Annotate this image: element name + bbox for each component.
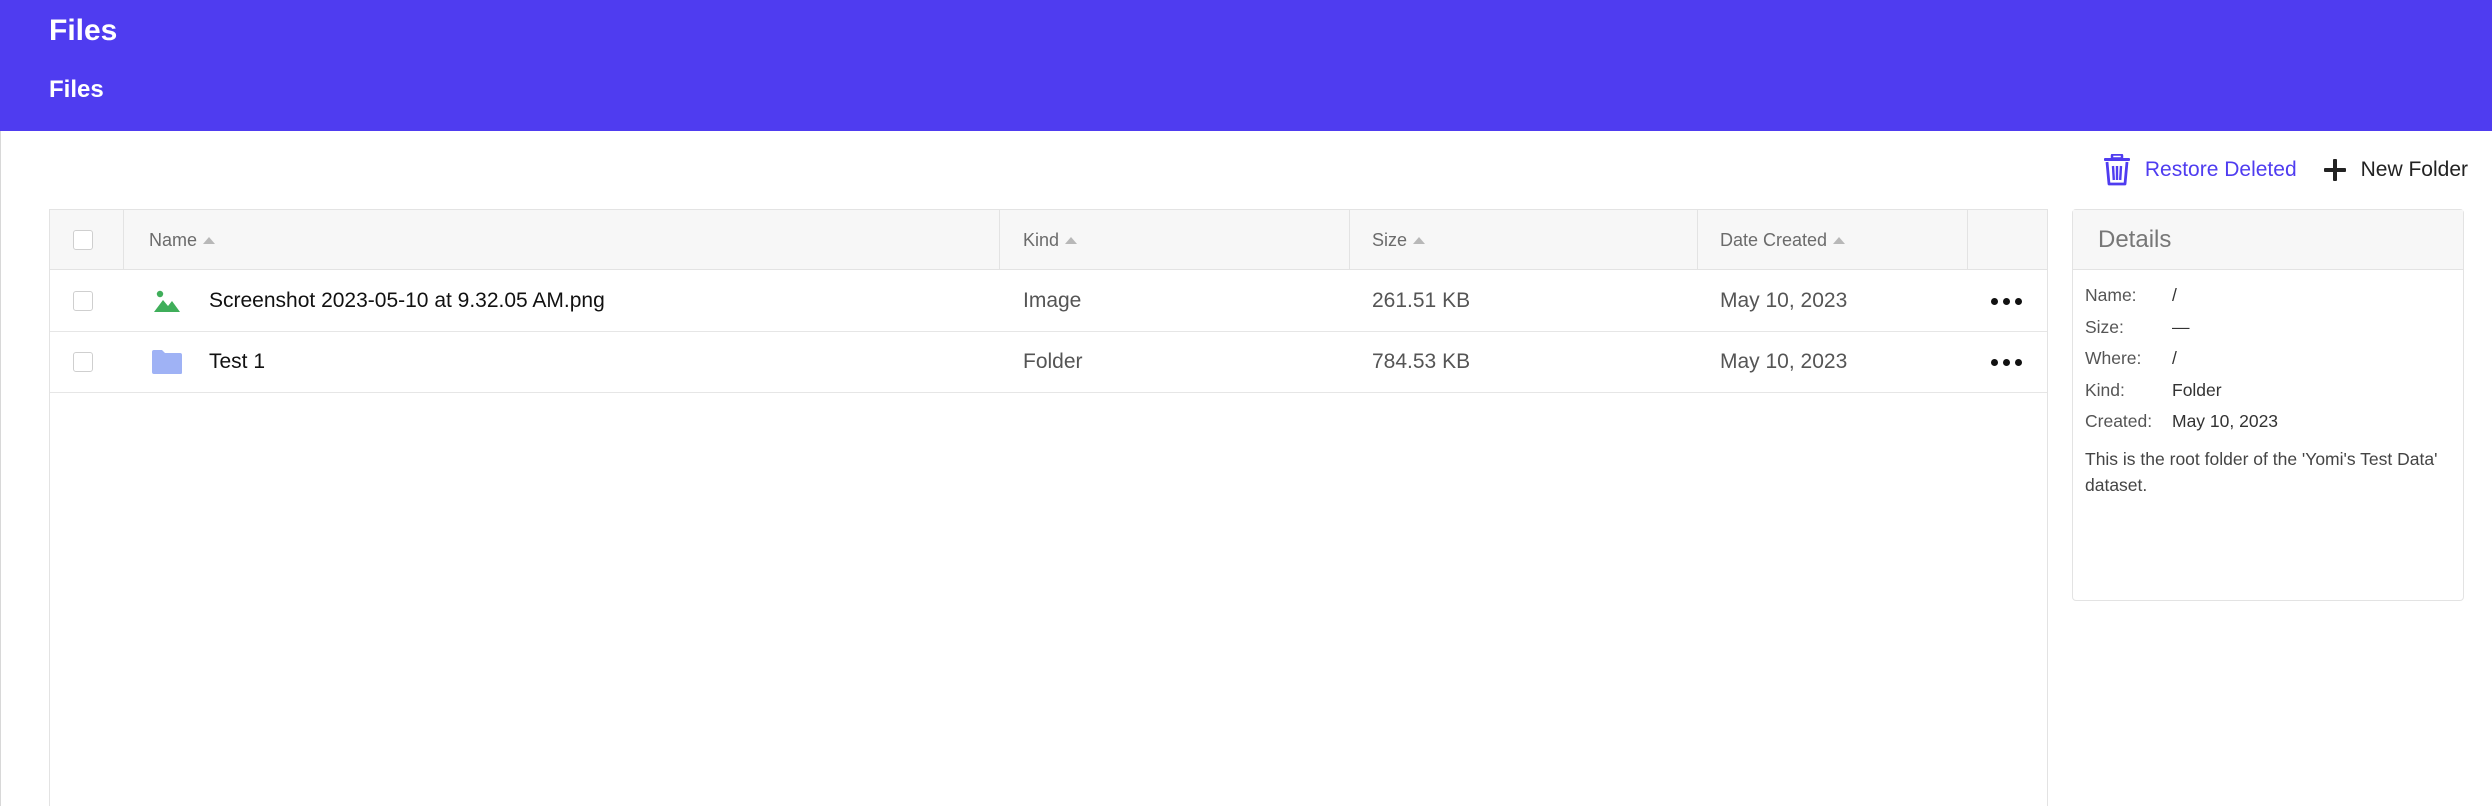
file-date-created: May 10, 2023 bbox=[1720, 350, 1848, 373]
dot-icon bbox=[2003, 358, 2010, 366]
file-kind: Folder bbox=[1023, 350, 1083, 373]
app-title: Files bbox=[49, 14, 118, 47]
sort-asc-icon bbox=[203, 237, 216, 244]
sort-asc-icon bbox=[1833, 237, 1846, 244]
details-label: Size: bbox=[2085, 316, 2124, 337]
details-description: This is the root folder of the 'Yomi's T… bbox=[2085, 448, 2438, 495]
column-header-label: Name bbox=[149, 229, 198, 250]
row-checkbox[interactable] bbox=[73, 291, 93, 311]
file-kind: Image bbox=[1023, 289, 1082, 312]
dot-icon bbox=[2003, 297, 2010, 305]
select-all-checkbox[interactable] bbox=[73, 230, 93, 250]
column-header-label: Size bbox=[1372, 229, 1408, 250]
toolbar: Restore Deleted New Folder bbox=[2103, 150, 2468, 190]
app-header: Files Files bbox=[0, 0, 2492, 131]
details-field-created: Created: May 10, 2023 bbox=[2085, 406, 2451, 438]
plus-icon bbox=[2323, 159, 2346, 181]
breadcrumb[interactable]: Files bbox=[49, 76, 104, 104]
file-size: 261.51 KB bbox=[1372, 289, 1471, 312]
column-divider bbox=[1967, 210, 1968, 270]
file-name[interactable]: Screenshot 2023-05-10 at 9.32.05 AM.png bbox=[209, 271, 605, 331]
dot-icon bbox=[2015, 297, 2022, 305]
more-options-button[interactable] bbox=[1991, 350, 2022, 374]
details-field-kind: Kind: Folder bbox=[2085, 375, 2451, 407]
dot-icon bbox=[1991, 297, 1998, 305]
dot-icon bbox=[2015, 358, 2022, 366]
details-label: Where: bbox=[2085, 348, 2142, 369]
details-value: / bbox=[2172, 285, 2177, 306]
table-row[interactable]: Screenshot 2023-05-10 at 9.32.05 AM.png … bbox=[50, 271, 2047, 332]
details-title: Details bbox=[2073, 210, 2463, 270]
column-header-size[interactable]: Size bbox=[1372, 210, 1426, 270]
sort-asc-icon bbox=[1065, 237, 1078, 244]
folder-icon bbox=[151, 332, 183, 392]
column-divider bbox=[1349, 210, 1350, 270]
left-border bbox=[0, 131, 1, 806]
column-header-name[interactable]: Name bbox=[149, 210, 216, 270]
details-value: — bbox=[2172, 316, 2190, 337]
image-file-icon bbox=[153, 271, 181, 331]
details-panel: Details Name: / Size: — Where: / Kind: F… bbox=[2072, 209, 2464, 601]
details-value: Folder bbox=[2172, 379, 2222, 400]
sort-asc-icon bbox=[1413, 237, 1426, 244]
details-field-where: Where: / bbox=[2085, 343, 2451, 375]
details-body: Name: / Size: — Where: / Kind: Folder Cr… bbox=[2073, 270, 2463, 508]
column-divider bbox=[999, 210, 1000, 270]
new-folder-button[interactable]: New Folder bbox=[2323, 158, 2468, 182]
file-table: Name Kind Size Date Created Screenshot 2… bbox=[49, 209, 2048, 806]
more-options-button[interactable] bbox=[1991, 289, 2022, 313]
details-label: Kind: bbox=[2085, 379, 2125, 400]
file-date-created: May 10, 2023 bbox=[1720, 289, 1848, 312]
details-value: / bbox=[2172, 348, 2177, 369]
file-size: 784.53 KB bbox=[1372, 350, 1471, 373]
column-header-label: Date Created bbox=[1720, 229, 1828, 250]
row-checkbox[interactable] bbox=[73, 352, 93, 372]
column-header-kind[interactable]: Kind bbox=[1023, 210, 1078, 270]
table-header: Name Kind Size Date Created bbox=[50, 210, 2047, 270]
details-field-size: Size: — bbox=[2085, 312, 2451, 344]
trash-icon bbox=[2103, 154, 2130, 186]
column-divider bbox=[1697, 210, 1698, 270]
column-divider bbox=[123, 210, 124, 270]
details-label: Name: bbox=[2085, 285, 2137, 306]
details-field-name: Name: / bbox=[2085, 280, 2451, 312]
new-folder-label: New Folder bbox=[2360, 158, 2468, 181]
file-name[interactable]: Test 1 bbox=[209, 332, 265, 392]
column-header-label: Kind bbox=[1023, 229, 1060, 250]
column-header-date-created[interactable]: Date Created bbox=[1720, 210, 1846, 270]
dot-icon bbox=[1991, 358, 1998, 366]
table-row[interactable]: Test 1 Folder 784.53 KB May 10, 2023 bbox=[50, 332, 2047, 393]
restore-deleted-button[interactable]: Restore Deleted bbox=[2103, 154, 2297, 186]
restore-deleted-label: Restore Deleted bbox=[2144, 158, 2297, 181]
details-value: May 10, 2023 bbox=[2172, 411, 2279, 432]
details-label: Created: bbox=[2085, 411, 2153, 432]
